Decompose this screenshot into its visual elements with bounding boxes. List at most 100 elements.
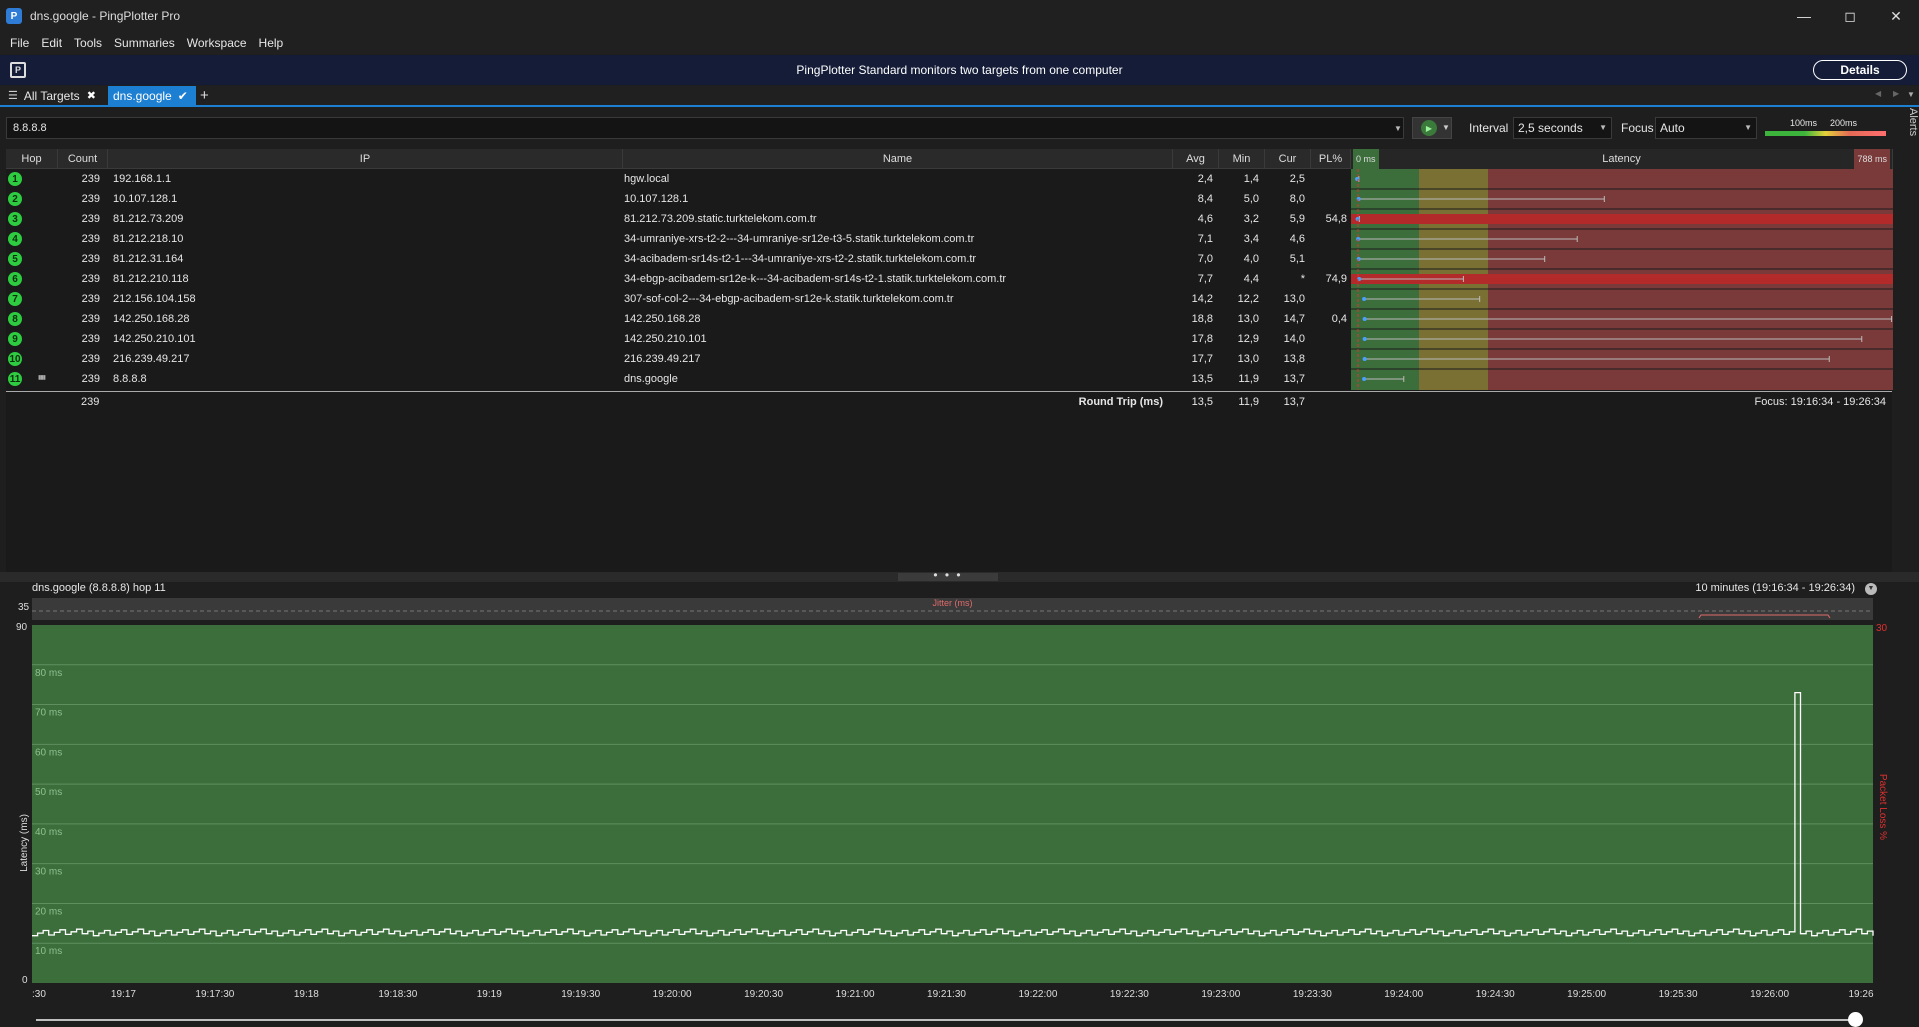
table-row[interactable]: 7 239 212.156.104.158 307-sof-col-2---34-eb… [6, 289, 1353, 309]
x-tick-label: 19:20:30 [744, 989, 783, 1000]
round-trip-row: 239 Round Trip (ms) 13,5 11,9 13,7 Focus… [6, 391, 1892, 411]
target-toolbar: 8.8.8.8 ▼ ▶ ▼ Interval 2,5 seconds ▼ Foc… [0, 115, 1919, 142]
timeline-slider-track[interactable] [36, 1019, 1856, 1021]
hop-count: 239 [81, 293, 100, 305]
hop-number-badge: 4 [8, 232, 22, 246]
alerts-panel-toggle[interactable]: Alerts [1895, 108, 1919, 148]
table-row[interactable]: 5 239 81.212.31.164 34-acibadem-sr14s-t2-1-… [6, 249, 1353, 269]
timeline-slider-thumb[interactable] [1848, 1012, 1863, 1027]
hop-name: 34-acibadem-sr14s-t2-1---34-umraniye-xrs… [624, 253, 977, 265]
latency-avg-marker [1362, 357, 1367, 361]
focus-label: Focus [1621, 121, 1654, 135]
latency-timeline-graph: Jitter (ms) 35 80 ms 70 ms 60 ms 50 ms 40 ms 30… [0, 598, 1919, 1000]
pingplotter-logo-icon: P [6, 8, 22, 24]
minimize-button[interactable]: — [1781, 0, 1827, 32]
x-tick-label: 19:18 [294, 989, 319, 1000]
hop-min: 1,4 [1243, 173, 1259, 185]
scroll-right-icon[interactable]: ▶ [1893, 89, 1899, 98]
hop-ip: 142.250.168.28 [113, 313, 190, 325]
title-bar: P dns.google - PingPlotter Pro — ◻ ✕ [0, 0, 1919, 32]
header-name[interactable]: Name [623, 149, 1173, 169]
header-min[interactable]: Min [1219, 149, 1265, 169]
menu-tools[interactable]: Tools [68, 32, 108, 54]
table-row[interactable]: 3 239 81.212.73.209 81.212.73.209.static.tu… [6, 209, 1353, 229]
trace-table: Hop Count IP Name Avg Min Cur PL% 0 ms L… [6, 149, 1893, 574]
chevron-down-icon[interactable]: ▼ [1865, 583, 1877, 595]
start-trace-button[interactable]: ▶ ▼ [1412, 117, 1452, 139]
x-tick-label: 19:19 [477, 989, 502, 1000]
hop-ip: 212.156.104.158 [113, 293, 196, 305]
hop-min: 4,0 [1243, 253, 1259, 265]
latency-avg-marker [1362, 377, 1367, 381]
tab-menu-icon[interactable]: ▼ [1907, 90, 1915, 99]
panel-splitter[interactable]: • • • [0, 569, 1919, 582]
table-row[interactable]: 8 239 142.250.168.28 142.250.168.28 18,8 13,0… [6, 309, 1353, 329]
interval-select[interactable]: 2,5 seconds ▼ [1513, 117, 1612, 139]
focus-select[interactable]: Auto ▼ [1655, 117, 1757, 139]
hop-packet-loss [1311, 229, 1347, 249]
round-trip-min: 11,9 [1238, 396, 1259, 408]
hop-name: 34-umraniye-xrs-t2-2---34-umraniye-sr12e… [624, 233, 975, 245]
tab-all-targets[interactable]: ☰ All Targets ✖ [8, 86, 108, 105]
hop-cur: 14,7 [1283, 313, 1305, 325]
x-tick-label: 19:22:30 [1110, 989, 1149, 1000]
x-tick-label: 19:22:00 [1018, 989, 1057, 1000]
x-tick-label: 19:24:30 [1476, 989, 1515, 1000]
hop-packet-loss [1311, 189, 1347, 209]
hop-packet-loss: 74,9 [1325, 273, 1347, 285]
hop-number-badge: 2 [8, 192, 22, 206]
hop-ip: 216.239.49.217 [113, 353, 190, 365]
x-tick-label: 19:24:00 [1384, 989, 1423, 1000]
y-axis-label: Latency (ms) [19, 814, 30, 872]
table-row[interactable]: 6 239 81.212.210.118 34-ebgp-acibadem-sr12e… [6, 269, 1353, 289]
menu-workspace[interactable]: Workspace [181, 32, 253, 54]
menu-summaries[interactable]: Summaries [108, 32, 181, 54]
target-input[interactable]: 8.8.8.8 [6, 117, 1404, 139]
table-row[interactable]: 2 239 10.107.128.1 10.107.128.1 8,4 5,0 8,0 [6, 189, 1353, 209]
table-row[interactable]: 4 239 81.212.218.10 34-umraniye-xrs-t2-2---… [6, 229, 1353, 249]
menu-help[interactable]: Help [253, 32, 290, 54]
graph-time-range[interactable]: 10 minutes (19:16:34 - 19:26:34) [1695, 582, 1855, 594]
chevron-down-icon[interactable]: ▼ [1394, 124, 1402, 133]
y-tick-label: 60 ms [35, 747, 62, 758]
bar-chart-icon[interactable]: ▮▮▮ [38, 374, 46, 381]
header-hop[interactable]: Hop [6, 149, 58, 169]
close-button[interactable]: ✕ [1873, 0, 1919, 32]
maximize-button[interactable]: ◻ [1827, 0, 1873, 32]
hop-count: 239 [81, 313, 100, 325]
menu-file[interactable]: File [4, 32, 35, 54]
drag-handle-icon[interactable]: • • • [898, 569, 998, 581]
close-tab-icon[interactable]: ✖ [87, 89, 96, 102]
chevron-down-icon: ▼ [1599, 123, 1607, 132]
latency-header-label: Latency [1602, 153, 1641, 165]
add-tab-button[interactable]: + [200, 86, 216, 105]
header-latency[interactable]: 0 ms Latency 788 ms [1351, 149, 1893, 169]
tab-label: dns.google [113, 88, 172, 103]
header-count[interactable]: Count [58, 149, 108, 169]
scroll-left-icon[interactable]: ◀ [1875, 89, 1881, 98]
hop-ip: 10.107.128.1 [113, 193, 178, 205]
x-tick-label: 19:26:00 [1750, 989, 1789, 1000]
table-header: Hop Count IP Name Avg Min Cur PL% 0 ms L… [6, 149, 1893, 169]
table-row[interactable]: 11 ▮▮▮ 239 8.8.8.8 dns.google 13,5 11,9 13,7 [6, 369, 1353, 389]
header-pl[interactable]: PL% [1311, 149, 1351, 169]
tab-dns-google[interactable]: dns.google ✔ [108, 86, 196, 105]
interval-label: Interval [1469, 121, 1509, 135]
header-avg[interactable]: Avg [1173, 149, 1219, 169]
header-ip[interactable]: IP [108, 149, 623, 169]
hop-avg: 2,4 [1197, 173, 1213, 185]
table-row[interactable]: 1 239 192.168.1.1 hgw.local 2,4 1,4 2,5 [6, 169, 1353, 189]
pingplotter-logo-icon: P [10, 62, 26, 78]
hop-name: 307-sof-col-2---34-ebgp-acibadem-sr12e-k… [624, 293, 954, 305]
hop-name: 216.239.49.217 [624, 353, 701, 365]
header-cur[interactable]: Cur [1265, 149, 1311, 169]
details-button[interactable]: Details [1813, 60, 1907, 80]
chevron-down-icon[interactable]: ▼ [1442, 123, 1450, 132]
menu-edit[interactable]: Edit [35, 32, 68, 54]
table-row[interactable]: 10 239 216.239.49.217 216.239.49.217 17,7 13,… [6, 349, 1353, 369]
table-row[interactable]: 9 239 142.250.210.101 142.250.210.101 17,8 12… [6, 329, 1353, 349]
hop-min: 12,9 [1237, 333, 1259, 345]
tab-label: All Targets [23, 88, 80, 103]
hop-name: 142.250.168.28 [624, 313, 701, 325]
hop-name: 142.250.210.101 [624, 333, 707, 345]
